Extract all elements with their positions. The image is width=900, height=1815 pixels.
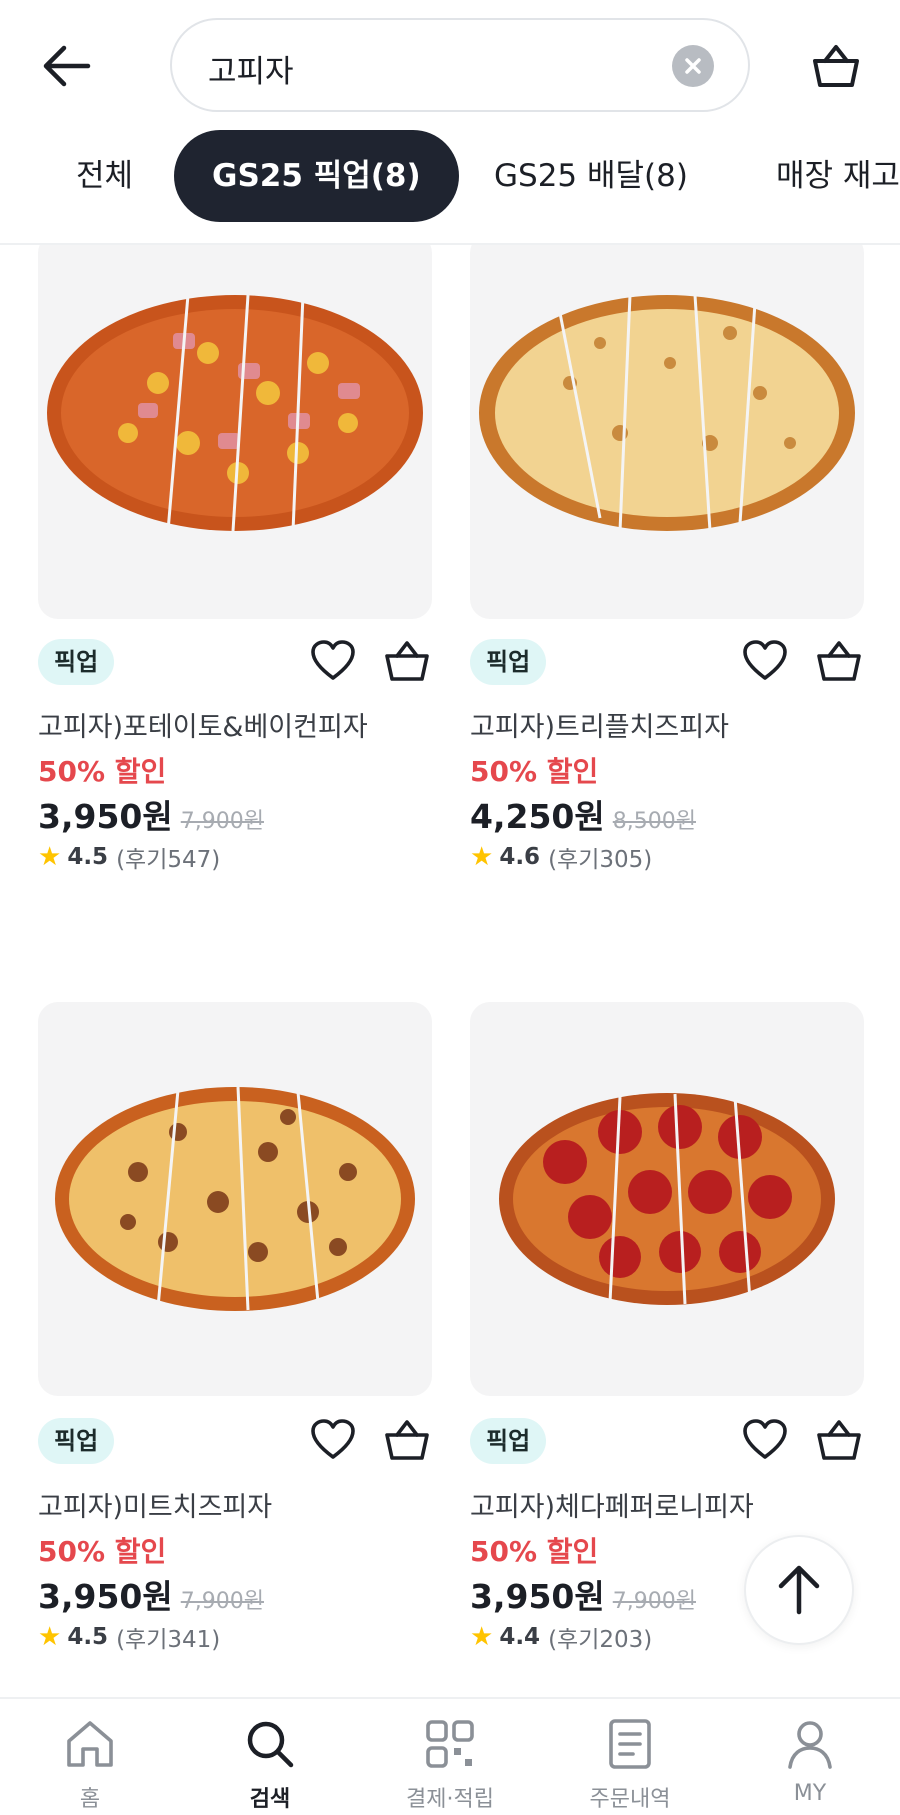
add-to-cart-icon[interactable] (384, 1418, 430, 1464)
qr-icon (426, 1720, 474, 1768)
profile-icon (788, 1721, 832, 1769)
sale-price: 3,950원 (38, 1577, 173, 1616)
tab-gs25-delivery[interactable]: GS25 배달(8) (494, 130, 688, 222)
cart-icon[interactable] (806, 36, 866, 96)
filter-tabs: 전체 GS25 픽업(8) GS25 배달(8) 매장 재고 (0, 130, 900, 225)
pickup-badge: 픽업 (38, 639, 115, 685)
product-image[interactable] (470, 233, 864, 619)
top-header: 고피자 전체 GS25 픽업(8) GS25 배달(8) 매장 재고 (0, 0, 900, 245)
sale-price: 4,250원 (470, 797, 605, 836)
discount-label: 50% 할인 (470, 1535, 599, 1568)
add-to-cart-icon[interactable] (384, 639, 430, 685)
product-name: 고피자)포테이토&베이컨피자 (38, 712, 368, 743)
nav-orders[interactable]: 주문내역 (540, 1699, 720, 1815)
rating-row: ★ 4.5 (후기341) (38, 1620, 220, 1654)
home-icon (67, 1721, 113, 1767)
add-to-cart-icon[interactable] (816, 639, 862, 685)
star-icon: ★ (470, 1622, 494, 1652)
review-count: (후기203) (548, 1627, 653, 1653)
discount-label: 50% 할인 (38, 755, 167, 788)
discount-label: 50% 할인 (38, 1535, 167, 1568)
search-input[interactable]: 고피자 (170, 18, 750, 112)
review-count: (후기547) (116, 847, 221, 873)
add-to-cart-icon[interactable] (816, 1418, 862, 1464)
product-image[interactable] (470, 1002, 864, 1396)
price-row: 3,950원 7,900원 (38, 790, 264, 838)
nav-label: 주문내역 (589, 1787, 671, 1812)
product-name: 고피자)트리플치즈피자 (470, 712, 729, 743)
review-count: (후기341) (116, 1627, 221, 1653)
nav-label: MY (793, 1781, 827, 1806)
tab-gs25-pickup[interactable]: GS25 픽업(8) (174, 130, 459, 222)
sale-price: 3,950원 (470, 1577, 605, 1616)
nav-label: 검색 (249, 1787, 291, 1812)
star-icon: ★ (38, 1622, 62, 1652)
rating-score: 4.5 (67, 1624, 109, 1650)
rating-score: 4.4 (499, 1624, 541, 1650)
nav-label: 홈 (79, 1787, 101, 1812)
tab-store-stock[interactable]: 매장 재고 (776, 130, 900, 222)
rating-row: ★ 4.6 (후기305) (470, 840, 652, 874)
pickup-badge: 픽업 (470, 1418, 547, 1464)
pickup-badge: 픽업 (38, 1418, 115, 1464)
original-price: 7,900원 (180, 1589, 264, 1614)
star-icon: ★ (38, 842, 62, 872)
original-price: 8,500원 (612, 809, 696, 834)
price-row: 3,950원 7,900원 (470, 1570, 696, 1618)
nav-search[interactable]: 검색 (180, 1699, 360, 1815)
rating-score: 4.6 (499, 844, 541, 870)
nav-payment[interactable]: 결제·적립 (360, 1699, 540, 1815)
rating-row: ★ 4.4 (후기203) (470, 1620, 652, 1654)
pickup-badge: 픽업 (470, 639, 547, 685)
receipt-icon (609, 1719, 651, 1769)
back-arrow-icon[interactable] (36, 36, 96, 96)
scroll-to-top-button[interactable] (744, 1535, 854, 1645)
product-name: 고피자)미트치즈피자 (38, 1492, 273, 1523)
bottom-navigation: 홈 검색 결제·적립 주문내역 MY (0, 1697, 900, 1815)
heart-icon[interactable] (310, 639, 356, 685)
original-price: 7,900원 (180, 809, 264, 834)
price-row: 4,250원 8,500원 (470, 790, 696, 838)
review-count: (후기305) (548, 847, 653, 873)
price-row: 3,950원 7,900원 (38, 1570, 264, 1618)
nav-home[interactable]: 홈 (0, 1699, 180, 1815)
tab-all[interactable]: 전체 (76, 130, 133, 222)
nav-my[interactable]: MY (720, 1699, 900, 1815)
product-image[interactable] (38, 233, 432, 619)
nav-label: 결제·적립 (406, 1787, 494, 1812)
product-image[interactable] (38, 1002, 432, 1396)
star-icon: ★ (470, 842, 494, 872)
search-query-text: 고피자 (208, 54, 294, 90)
heart-icon[interactable] (742, 639, 788, 685)
arrow-up-icon (778, 1565, 820, 1615)
heart-icon[interactable] (742, 1418, 788, 1464)
search-icon (247, 1721, 294, 1768)
clear-search-icon[interactable] (672, 45, 714, 87)
rating-score: 4.5 (67, 844, 109, 870)
heart-icon[interactable] (310, 1418, 356, 1464)
discount-label: 50% 할인 (470, 755, 599, 788)
original-price: 7,900원 (612, 1589, 696, 1614)
rating-row: ★ 4.5 (후기547) (38, 840, 220, 874)
sale-price: 3,950원 (38, 797, 173, 836)
product-name: 고피자)체다페퍼로니피자 (470, 1492, 754, 1523)
